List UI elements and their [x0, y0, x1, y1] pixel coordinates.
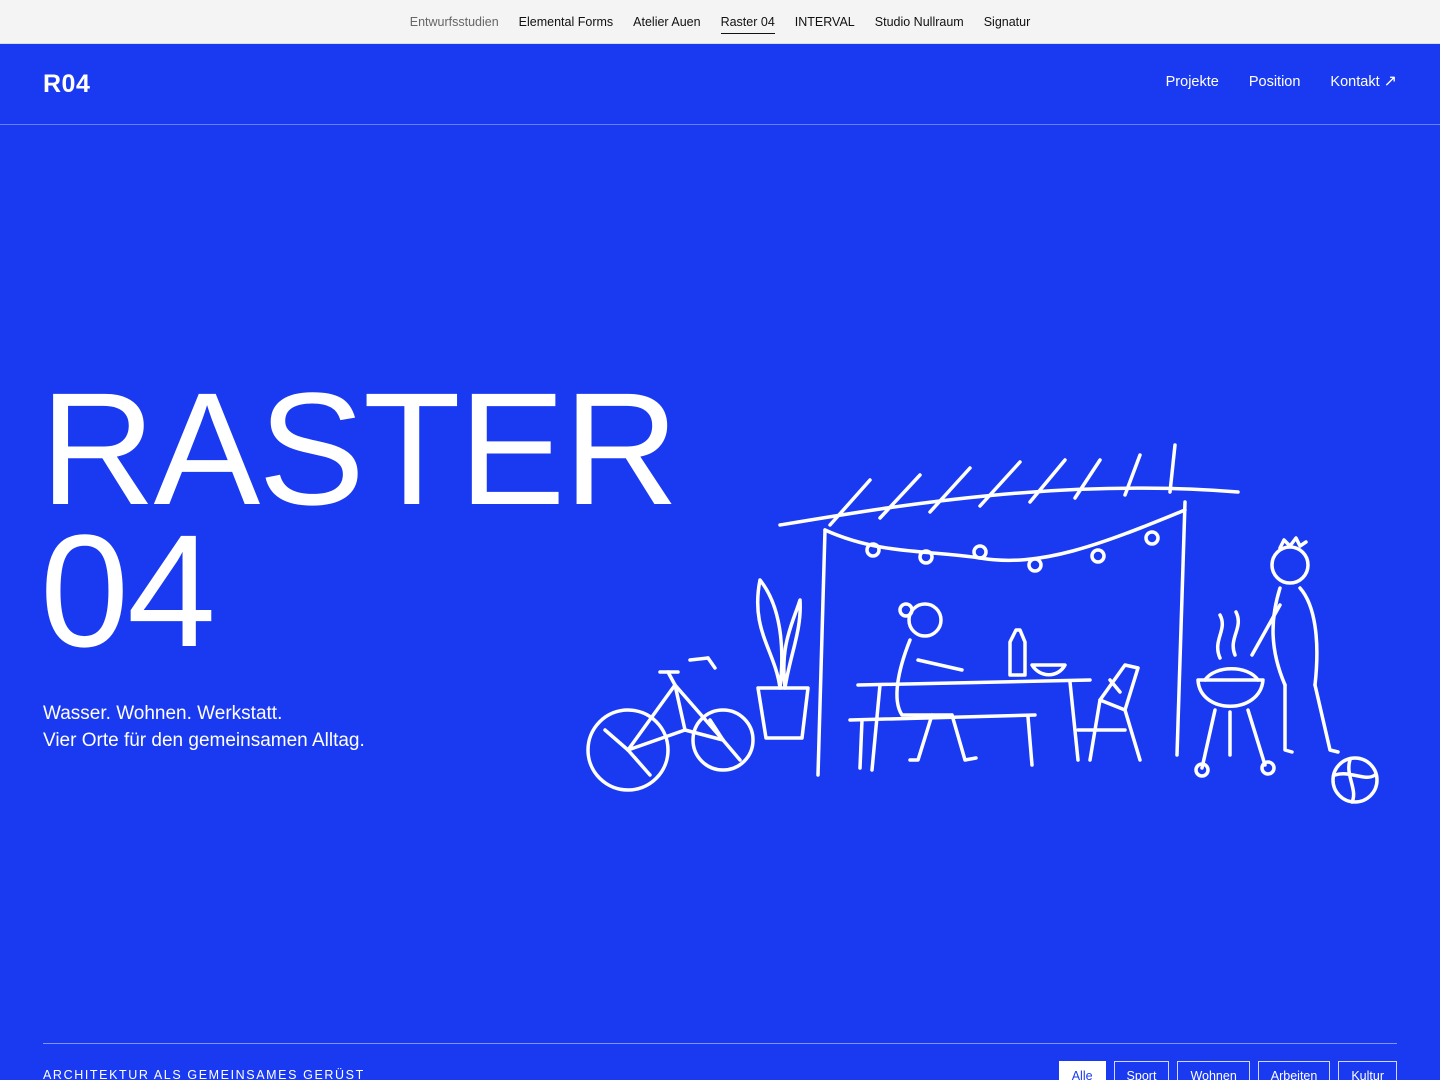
nav-projekte[interactable]: Projekte — [1166, 74, 1219, 90]
switcher-link-elemental-forms[interactable]: Elemental Forms — [519, 10, 613, 34]
filter-alle[interactable]: Alle — [1058, 1061, 1106, 1080]
project-filters: Alle Sport Wohnen Arbeiten Kultur — [1058, 1061, 1397, 1080]
filter-wohnen[interactable]: Wohnen — [1177, 1061, 1250, 1080]
switcher-link-entwurfsstudien[interactable]: Entwurfsstudien — [410, 10, 499, 34]
switcher-link-raster-04[interactable]: Raster 04 — [720, 10, 775, 34]
nav-position-label: Position — [1248, 74, 1301, 90]
ball-drawing — [1331, 756, 1379, 804]
site-switcher-nav: Entwurfsstudien Elemental Forms Atelier … — [410, 10, 1031, 34]
nav-projekte-label: Projekte — [1165, 74, 1219, 90]
bicycle-drawing — [586, 656, 755, 792]
hero-subtitle-line2: Vier Orte für den gemeinsamen Alltag. — [43, 730, 365, 751]
section-divider — [43, 1043, 1397, 1044]
hero-subtitle: Wasser. Wohnen. Werkstatt. Vier Orte für… — [43, 700, 365, 754]
switcher-link-signatur[interactable]: Signatur — [984, 10, 1031, 34]
site-header: R04 Projekte Position Kontakt ↗ — [0, 45, 1440, 125]
potted-plant-drawing — [755, 578, 810, 740]
table-and-bench-drawing — [848, 628, 1092, 772]
nav-kontakt[interactable]: Kontakt ↗ — [1330, 73, 1397, 91]
grilling-person-drawing — [1250, 536, 1340, 754]
nav-position[interactable]: Position — [1249, 74, 1301, 90]
filter-kultur[interactable]: Kultur — [1338, 1061, 1397, 1080]
community-pergola-illustration — [586, 443, 1379, 804]
nav-kontakt-label: Kontakt — [1330, 74, 1380, 90]
switcher-link-interval[interactable]: INTERVAL — [795, 10, 855, 34]
main-nav: Projekte Position Kontakt ↗ — [1166, 73, 1397, 91]
section-tagline: ARCHITEKTUR ALS GEMEINSAMES GERÜST — [43, 1068, 365, 1080]
switcher-link-atelier-auen[interactable]: Atelier Auen — [633, 10, 700, 34]
hero-subtitle-line1: Wasser. Wohnen. Werkstatt. — [43, 703, 283, 724]
filter-sport[interactable]: Sport — [1113, 1061, 1170, 1080]
pergola-drawing — [778, 443, 1240, 777]
arrow-up-right-icon: ↗ — [1383, 73, 1397, 90]
logo[interactable]: R04 — [43, 70, 90, 99]
site-switcher-bar: Entwurfsstudien Elemental Forms Atelier … — [0, 0, 1440, 44]
filter-arbeiten[interactable]: Arbeiten — [1257, 1061, 1331, 1080]
switcher-link-studio-nullraum[interactable]: Studio Nullraum — [875, 10, 964, 34]
